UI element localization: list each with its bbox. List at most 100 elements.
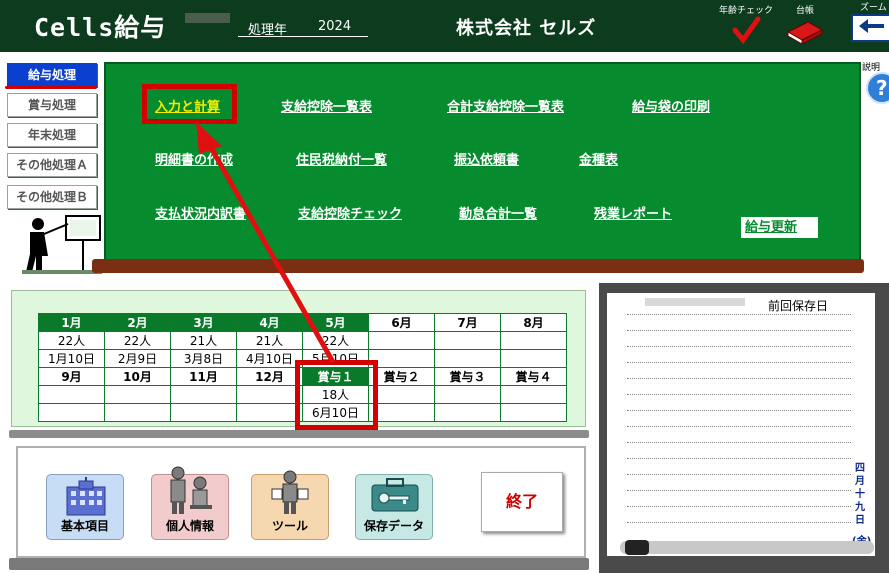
menu-payslip-create[interactable]: 明細書の作成 xyxy=(155,149,233,168)
tools-label: ツール xyxy=(271,519,308,533)
book-icon xyxy=(786,21,824,45)
date-cell xyxy=(434,403,501,422)
building-icon xyxy=(66,477,106,516)
personal-info-button[interactable]: 個人情報 xyxy=(151,466,229,540)
memo-rule xyxy=(627,458,851,459)
memo-rule xyxy=(627,522,851,523)
year-label: 処理年 xyxy=(248,23,288,38)
zoom-frame xyxy=(851,14,889,42)
date-cell xyxy=(500,349,567,368)
month-oct[interactable]: 10月 xyxy=(104,367,171,386)
memo-rule xyxy=(627,506,851,507)
memo-rail xyxy=(620,541,874,554)
saved-data-button[interactable]: 保存データ xyxy=(355,474,433,540)
month-jan[interactable]: 1月 xyxy=(38,313,105,332)
menu-attendance-total[interactable]: 勤怠合計一覧 xyxy=(459,203,537,222)
highlight-box-input-calc xyxy=(142,84,237,124)
calendar-month-row: 1月 2月 3月 4月 5月 6月 7月 8月 xyxy=(38,313,567,332)
age-check-label: 年齢チェック xyxy=(718,6,773,16)
nav-bonus[interactable]: 賞与処理 xyxy=(7,93,97,117)
presenter-icon xyxy=(22,215,102,274)
memo-rule xyxy=(627,426,851,427)
date-cell xyxy=(38,403,105,422)
date-cell: 2月9日 xyxy=(104,349,171,368)
month-jun[interactable]: 6月 xyxy=(368,313,435,332)
nav-other-b[interactable]: その他処理Ｂ xyxy=(7,185,97,209)
date-cell xyxy=(368,349,435,368)
memo-rule xyxy=(627,490,851,491)
count-cell: 22人 xyxy=(302,331,369,350)
nav-salary[interactable]: 給与処理 xyxy=(7,63,97,87)
nav-active-underline xyxy=(5,86,97,89)
menu-payment-deduction-list[interactable]: 支給控除一覧表 xyxy=(281,96,372,115)
memo-rule xyxy=(627,442,851,443)
basic-items-label: 基本項目 xyxy=(60,519,109,533)
bonus-3[interactable]: 賞与３ xyxy=(434,367,501,386)
menu-pay-envelope-print[interactable]: 給与袋の印刷 xyxy=(632,96,710,115)
tool-figure-icon xyxy=(271,470,309,514)
date-cell xyxy=(236,403,303,422)
month-may[interactable]: 5月 xyxy=(302,313,369,332)
month-feb[interactable]: 2月 xyxy=(104,313,171,332)
menu-total-payment-deduction-list[interactable]: 合計支給控除一覧表 xyxy=(447,96,564,115)
memo-rule xyxy=(627,362,851,363)
date-cell: 1月10日 xyxy=(38,349,105,368)
date-cell xyxy=(368,403,435,422)
briefcase-key-icon xyxy=(371,478,419,512)
month-sep[interactable]: 9月 xyxy=(38,367,105,386)
count-cell xyxy=(170,385,237,404)
zoom-button[interactable]: ズーム xyxy=(846,0,889,46)
calendar-panel-ledge xyxy=(9,430,589,438)
memo-rule xyxy=(627,330,851,331)
menu-panel-ledge xyxy=(92,259,864,273)
count-cell xyxy=(500,331,567,350)
month-jul[interactable]: 7月 xyxy=(434,313,501,332)
menu-overtime-report[interactable]: 残業レポート xyxy=(594,203,672,222)
last-saved-label: 前回保存日 xyxy=(768,299,829,313)
basic-items-button[interactable]: 基本項目 xyxy=(46,474,124,540)
memo-board-base xyxy=(599,556,889,573)
nav-year-end[interactable]: 年末処理 xyxy=(7,123,97,147)
salary-update-button[interactable]: 給与更新 xyxy=(741,217,818,238)
date-cell xyxy=(434,349,501,368)
exit-button[interactable]: 終了 xyxy=(481,472,563,532)
ledger-label: 台帳 xyxy=(795,6,814,16)
year-value: 2024 xyxy=(318,19,352,34)
memo-rule xyxy=(627,378,851,379)
memo-rule xyxy=(627,410,851,411)
zoom-label: ズーム xyxy=(860,3,887,13)
menu-payment-status-breakdown[interactable]: 支払状況内訳書 xyxy=(155,203,246,222)
processing-year: 処理年 2024 xyxy=(238,18,368,38)
menu-deduction-check[interactable]: 支給控除チェック xyxy=(298,203,402,222)
company-name: 株式会社 セルズ xyxy=(456,18,597,39)
menu-denomination-table[interactable]: 金種表 xyxy=(579,149,618,168)
month-nov[interactable]: 11月 xyxy=(170,367,237,386)
memo-rule xyxy=(627,474,851,475)
count-cell xyxy=(368,385,435,404)
month-mar[interactable]: 3月 xyxy=(170,313,237,332)
month-dec[interactable]: 12月 xyxy=(236,367,303,386)
memo-rule xyxy=(627,394,851,395)
age-check-button[interactable]: 年齢チェック xyxy=(716,3,776,47)
memo-rule xyxy=(627,314,851,315)
count-cell xyxy=(368,331,435,350)
bonus-4[interactable]: 賞与４ xyxy=(500,367,567,386)
month-aug[interactable]: 8月 xyxy=(500,313,567,332)
saved-data-label: 保存データ xyxy=(363,519,424,533)
help-icon[interactable]: ? xyxy=(862,72,889,116)
menu-transfer-request[interactable]: 振込依頼書 xyxy=(454,149,519,168)
menu-resident-tax-list[interactable]: 住民税納付一覧 xyxy=(296,149,387,168)
bonus-2[interactable]: 賞与２ xyxy=(368,367,435,386)
tool-panel-ledge xyxy=(9,558,589,570)
date-cell xyxy=(170,403,237,422)
count-cell xyxy=(38,385,105,404)
tools-button[interactable]: ツール xyxy=(251,470,329,540)
memo-handle[interactable] xyxy=(625,540,649,555)
month-apr[interactable]: 4月 xyxy=(236,313,303,332)
ledger-button[interactable]: 台帳 xyxy=(783,3,827,47)
count-cell xyxy=(500,385,567,404)
arrow-left-icon xyxy=(859,19,884,33)
count-cell: 21人 xyxy=(236,331,303,350)
nav-other-a[interactable]: その他処理Ａ xyxy=(7,153,97,177)
count-cell: 21人 xyxy=(170,331,237,350)
